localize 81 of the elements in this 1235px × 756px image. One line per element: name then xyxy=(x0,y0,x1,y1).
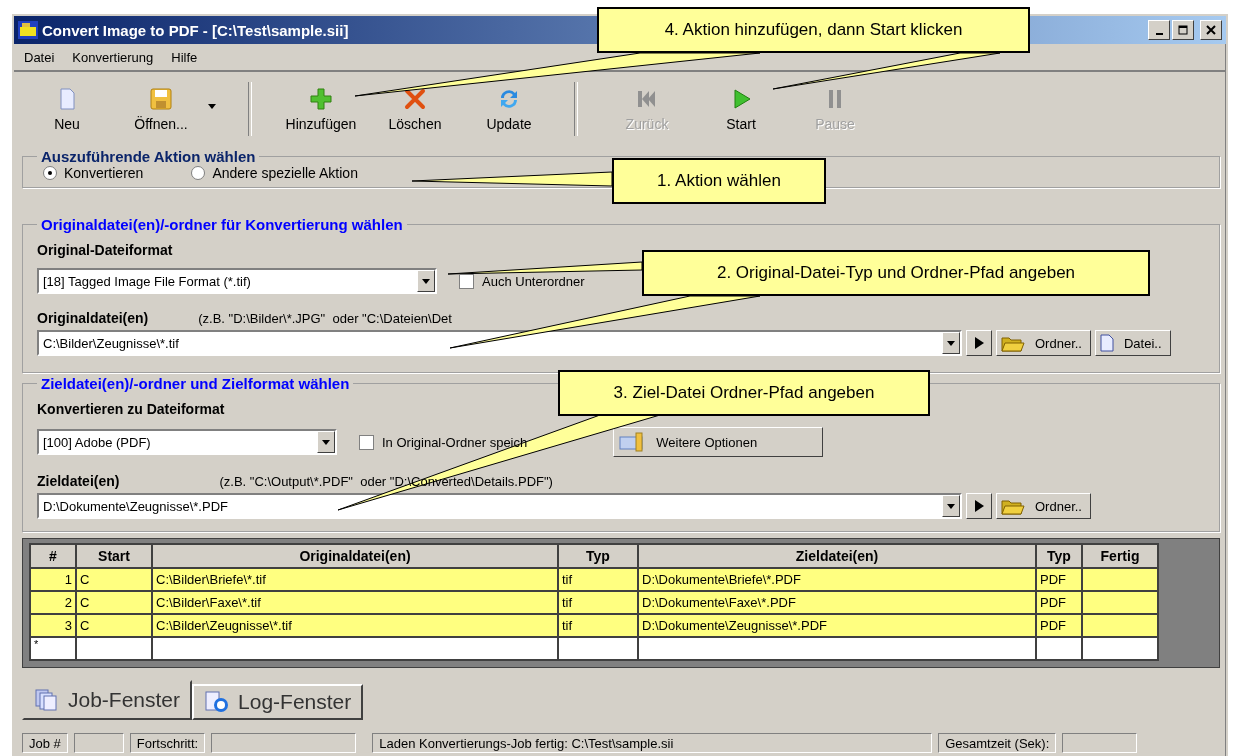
open-icon xyxy=(148,86,174,112)
table-cell: C:\Bilder\Briefe\*.tif xyxy=(152,568,558,591)
table-cell: 1 xyxy=(30,568,76,591)
window-title: Convert Image to PDF - [C:\Test\sample.sii] xyxy=(42,21,349,39)
radio-option[interactable]: Konvertieren xyxy=(43,165,144,181)
document-icon xyxy=(1099,334,1114,352)
menu-item[interactable]: Datei xyxy=(18,47,61,67)
status-message: Laden Konvertierungs-Job fertig: C:\Test\sample.sii xyxy=(372,733,933,753)
toolbar-button[interactable]: Löschen xyxy=(368,78,462,140)
path-field[interactable]: D:\Dokumente\Zeugnisse\*.PDF xyxy=(37,493,962,519)
hint-text: (z.B. "D:\Bilder\*.JPG" oder "C:\Dateien\Det xyxy=(198,310,452,326)
table-cell: C:\Bilder\Zeugnisse\*.tif xyxy=(152,614,558,637)
options-button[interactable]: Weitere Optionen xyxy=(613,427,824,457)
group-title: Originaldatei(en)/-ordner für Konvertierung wählen xyxy=(40,216,404,233)
callout: 3. Ziel-Datei Ordner-Pfad angeben xyxy=(558,370,930,416)
table-cell: D:\Dokumente\Faxe\*.PDF xyxy=(638,591,1036,614)
column-header[interactable]: Typ xyxy=(1036,544,1082,568)
table-cell: 3 xyxy=(30,614,76,637)
menu-item[interactable]: Hilfe xyxy=(165,47,204,67)
column-header[interactable]: Start xyxy=(76,544,152,568)
play-icon xyxy=(974,500,984,512)
toolbar-button[interactable]: Neu xyxy=(20,78,114,140)
toolbar-button[interactable]: Start xyxy=(694,78,788,140)
menu-item[interactable]: Konvertierung xyxy=(66,47,160,67)
delete-icon xyxy=(402,86,428,112)
column-header[interactable]: Originaldatei(en) xyxy=(152,544,558,568)
dropdown-arrow-icon xyxy=(947,503,955,509)
folder-icon xyxy=(1001,497,1025,515)
table-cell: D:\Dokumente\Briefe\*.PDF xyxy=(638,568,1036,591)
status-field xyxy=(73,733,124,753)
column-header[interactable]: # xyxy=(30,544,76,568)
dropdown-arrow-icon xyxy=(947,340,955,346)
file-button[interactable]: Datei.. xyxy=(1094,330,1171,356)
table-cell: D:\Dokumente\Zeugnisse\*.PDF xyxy=(638,614,1036,637)
dropdown-arrow-icon xyxy=(422,278,430,284)
play-icon xyxy=(974,337,984,349)
app-icon xyxy=(18,21,38,39)
column-header[interactable]: Fertig xyxy=(1082,544,1158,568)
toolbar-button[interactable]: Öffnen... xyxy=(114,78,208,140)
status-label: Job # xyxy=(22,733,68,753)
checkbox-option[interactable]: Auch Unterordner xyxy=(459,273,585,289)
folder-button[interactable]: Ordner.. xyxy=(996,493,1091,519)
format-dropdown[interactable]: [100] Adobe (PDF) xyxy=(37,429,337,455)
folder-icon xyxy=(1001,334,1025,352)
new-row-marker: * xyxy=(30,637,76,660)
close-button[interactable] xyxy=(1200,20,1222,40)
checkbox-option[interactable]: In Original-Ordner speich xyxy=(359,434,528,450)
radio-option[interactable]: Andere spezielle Aktion xyxy=(191,165,358,181)
apply-button[interactable] xyxy=(966,330,992,356)
minimize-button[interactable] xyxy=(1148,20,1170,40)
toolbar-button[interactable]: Update xyxy=(462,78,556,140)
group-title: Auszuführende Aktion wählen xyxy=(40,148,257,165)
field-label: Konvertieren zu Dateiformat xyxy=(37,401,225,417)
tab[interactable]: Job-Fenster xyxy=(22,680,193,720)
status-label: Gesamtzeit (Sek): xyxy=(938,733,1057,753)
add-icon xyxy=(308,86,334,112)
callout: 1. Aktion wählen xyxy=(612,158,826,204)
path-field[interactable]: C:\Bilder\Zeugnisse\*.tif xyxy=(37,330,962,356)
column-header[interactable]: Typ xyxy=(558,544,638,568)
column-header[interactable]: Zieldatei(en) xyxy=(638,544,1036,568)
apply-button[interactable] xyxy=(966,493,992,519)
toolbar-button[interactable]: Hinzufügen xyxy=(274,78,368,140)
table-cell: C:\Bilder\Faxe\*.tif xyxy=(152,591,558,614)
status-label: Fortschritt: xyxy=(129,733,206,753)
minimize-icon xyxy=(1155,33,1163,35)
close-icon xyxy=(1206,25,1216,35)
tab[interactable]: Log-Fenster xyxy=(192,684,364,720)
folder-button[interactable]: Ordner.. xyxy=(996,330,1091,356)
documents-icon xyxy=(34,688,60,712)
group-title: Zieldatei(en)/-ordner und Zielformat wählen xyxy=(40,375,351,392)
callout: 2. Original-Datei-Typ und Ordner-Pfad angeben xyxy=(642,250,1150,296)
dropdown-caret-icon[interactable] xyxy=(208,103,216,109)
format-dropdown[interactable]: [18] Tagged Image File Format (*.tif) xyxy=(37,268,437,294)
maximize-icon xyxy=(1178,25,1188,35)
field-label: Zieldatei(en) xyxy=(37,473,120,489)
log-clock-icon xyxy=(204,690,231,714)
dropdown-arrow-icon xyxy=(322,439,330,445)
table-cell: 2 xyxy=(30,591,76,614)
maximize-button[interactable] xyxy=(1172,20,1194,40)
field-label: Original-Dateiformat xyxy=(37,242,173,258)
field-label: Originaldatei(en) xyxy=(37,310,149,326)
